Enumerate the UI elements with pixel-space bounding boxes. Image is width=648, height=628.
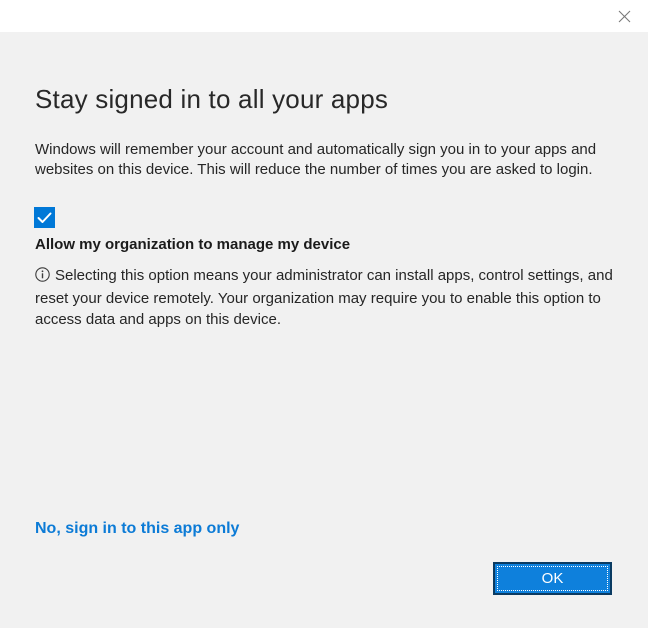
close-button[interactable] [608, 4, 640, 28]
dialog-description: Windows will remember your account and a… [35, 140, 619, 180]
ok-button[interactable]: OK [493, 562, 612, 595]
ok-button-label: OK [542, 570, 564, 587]
info-note-text: Selecting this option means your adminis… [35, 267, 613, 328]
close-icon [618, 10, 631, 23]
info-note: Selecting this option means your adminis… [35, 265, 636, 330]
dialog-window: Stay signed in to all your apps Windows … [0, 0, 648, 628]
page-title: Stay signed in to all your apps [35, 84, 388, 115]
titlebar [0, 0, 648, 32]
checkmark-icon [37, 212, 52, 224]
sign-in-app-only-link[interactable]: No, sign in to this app only [35, 520, 239, 538]
manage-device-checkbox-label: Allow my organization to manage my devic… [35, 236, 350, 253]
info-icon [35, 267, 50, 288]
manage-device-checkbox[interactable] [34, 207, 55, 228]
